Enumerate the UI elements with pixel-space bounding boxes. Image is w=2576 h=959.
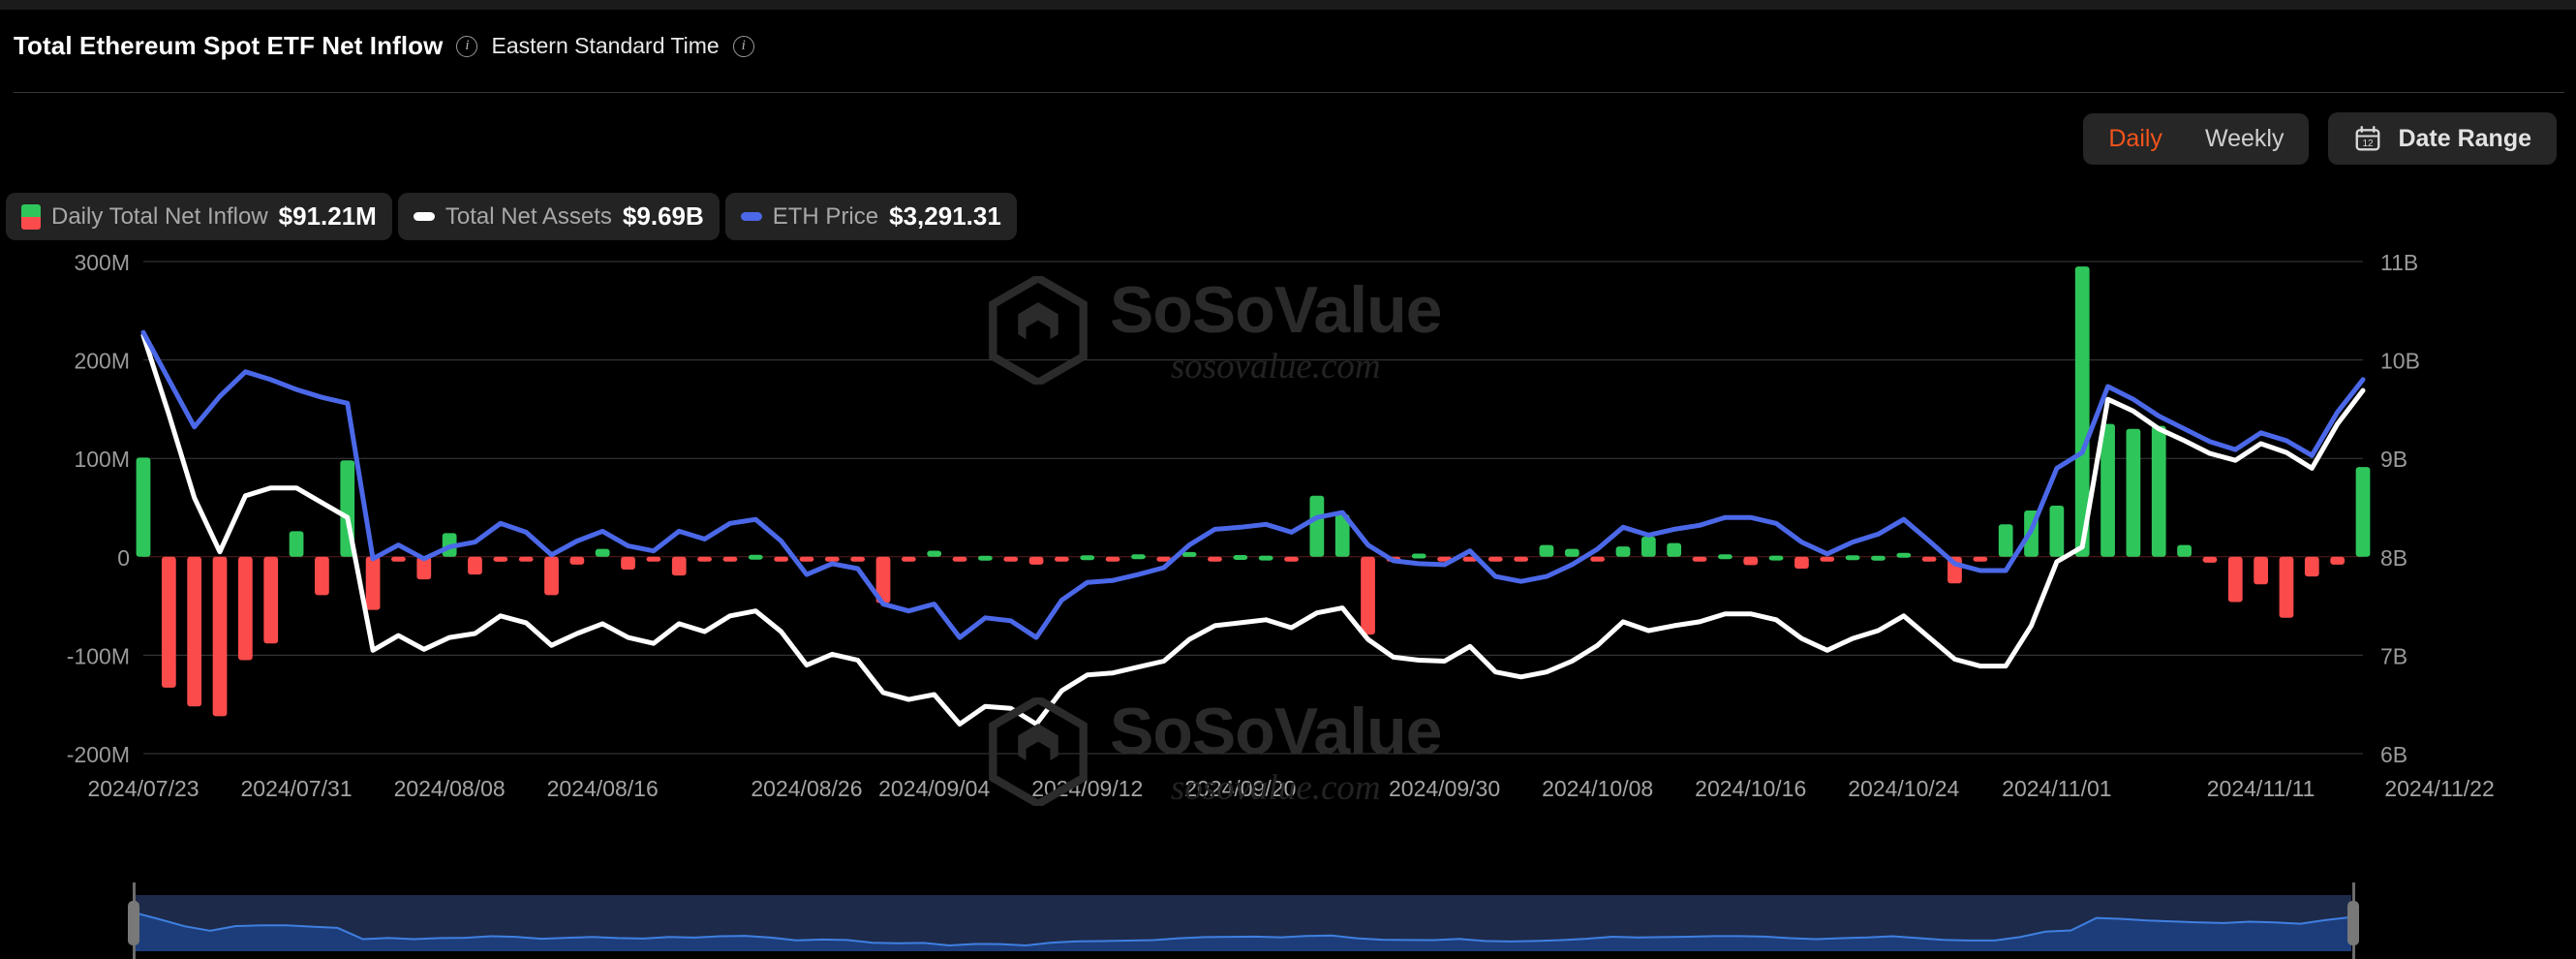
legend-label-net-assets: Total Net Assets bbox=[445, 203, 612, 231]
chart-panel: Total Ethereum Spot ETF Net Inflow i Eas… bbox=[0, 10, 2576, 959]
svg-text:2024/11/11: 2024/11/11 bbox=[2207, 776, 2315, 801]
svg-text:2024/10/08: 2024/10/08 bbox=[1542, 776, 1653, 801]
timezone-label: Eastern Standard Time bbox=[491, 33, 719, 59]
svg-text:2024/08/26: 2024/08/26 bbox=[751, 776, 862, 801]
svg-text:9B: 9B bbox=[2380, 447, 2407, 472]
page-title: Total Ethereum Spot ETF Net Inflow bbox=[14, 31, 443, 61]
legend-value-net-assets: $9.69B bbox=[623, 201, 704, 232]
top-strip bbox=[0, 0, 2576, 10]
svg-text:6B: 6B bbox=[2380, 742, 2407, 767]
interval-toggle-group: Daily Weekly bbox=[2083, 113, 2309, 165]
svg-text:2024/09/30: 2024/09/30 bbox=[1389, 776, 1500, 801]
range-slider-handle-right[interactable] bbox=[2347, 882, 2359, 959]
interval-daily-button[interactable]: Daily bbox=[2087, 117, 2184, 161]
svg-text:2024/10/16: 2024/10/16 bbox=[1695, 776, 1806, 801]
range-slider-handle-left[interactable] bbox=[128, 882, 139, 959]
chart-plot-area[interactable]: -200M -100M 0 100M 200M 300M 6B 7B 8B 9B 10B 11B 202… bbox=[0, 252, 2576, 872]
svg-text:0: 0 bbox=[117, 545, 130, 571]
chart-page: Total Ethereum Spot ETF Net Inflow i Eas… bbox=[0, 0, 2576, 959]
header-divider bbox=[14, 92, 2564, 93]
title-info-icon[interactable]: i bbox=[456, 36, 477, 57]
svg-text:300M: 300M bbox=[74, 252, 130, 275]
svg-text:200M: 200M bbox=[74, 349, 130, 374]
legend-label-eth-price: ETH Price bbox=[773, 203, 878, 231]
chart-legend: Daily Total Net Inflow $91.21M Total Net… bbox=[6, 193, 1017, 240]
legend-value-eth-price: $3,291.31 bbox=[889, 201, 1001, 232]
svg-text:2024/09/12: 2024/09/12 bbox=[1031, 776, 1143, 801]
header: Total Ethereum Spot ETF Net Inflow i Eas… bbox=[14, 31, 754, 61]
legend-item-eth-price[interactable]: ETH Price $3,291.31 bbox=[725, 193, 1017, 240]
svg-text:7B: 7B bbox=[2380, 643, 2407, 668]
legend-item-net-inflow[interactable]: Daily Total Net Inflow $91.21M bbox=[6, 193, 392, 240]
calendar-icon: 12 bbox=[2353, 124, 2382, 153]
svg-text:100M: 100M bbox=[74, 447, 130, 472]
legend-swatch-net-assets bbox=[414, 212, 435, 221]
legend-swatch-net-inflow bbox=[21, 204, 41, 230]
timezone-info-icon[interactable]: i bbox=[733, 36, 754, 57]
svg-text:-200M: -200M bbox=[67, 742, 130, 767]
svg-text:2024/07/23: 2024/07/23 bbox=[87, 776, 199, 801]
chart-toolbar: Daily Weekly 12 Date Range bbox=[2083, 112, 2557, 165]
legend-swatch-eth-price bbox=[741, 212, 762, 221]
svg-text:2024/11/01: 2024/11/01 bbox=[2002, 776, 2111, 801]
chart-canvas: -200M -100M 0 100M 200M 300M 6B 7B 8B 9B 10B 11B 202… bbox=[0, 252, 2576, 872]
legend-value-net-inflow: $91.21M bbox=[279, 201, 377, 232]
svg-text:2024/11/22: 2024/11/22 bbox=[2384, 776, 2494, 801]
svg-text:10B: 10B bbox=[2380, 349, 2420, 374]
svg-text:2024/07/31: 2024/07/31 bbox=[241, 776, 353, 801]
range-slider-track[interactable] bbox=[134, 895, 2351, 951]
svg-text:8B: 8B bbox=[2380, 545, 2407, 571]
date-range-label: Date Range bbox=[2398, 125, 2531, 153]
svg-text:2024/10/24: 2024/10/24 bbox=[1848, 776, 1959, 801]
svg-text:2024/09/04: 2024/09/04 bbox=[878, 776, 990, 801]
range-slider-preview bbox=[134, 895, 2351, 951]
svg-text:2024/09/20: 2024/09/20 bbox=[1184, 776, 1296, 801]
interval-weekly-button[interactable]: Weekly bbox=[2184, 117, 2306, 161]
date-range-button[interactable]: 12 Date Range bbox=[2328, 112, 2557, 165]
svg-text:-100M: -100M bbox=[67, 643, 130, 668]
legend-item-net-assets[interactable]: Total Net Assets $9.69B bbox=[398, 193, 720, 240]
svg-text:12: 12 bbox=[2363, 139, 2375, 149]
legend-label-net-inflow: Daily Total Net Inflow bbox=[51, 203, 268, 231]
svg-text:11B: 11B bbox=[2380, 252, 2418, 275]
svg-text:2024/08/16: 2024/08/16 bbox=[547, 776, 659, 801]
svg-text:2024/08/08: 2024/08/08 bbox=[394, 776, 506, 801]
